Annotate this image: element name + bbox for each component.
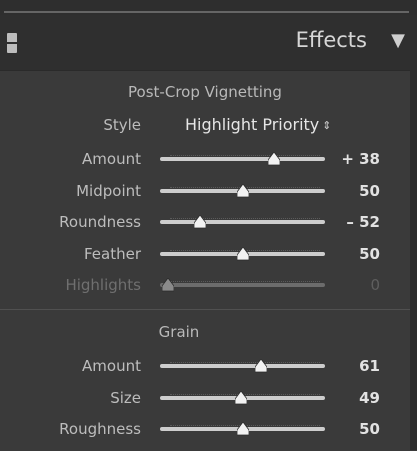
slider-thumb <box>162 278 174 292</box>
vignette-roundness-value[interactable]: – 52 <box>346 213 380 231</box>
vignette-roundness-label: Roundness <box>59 213 141 231</box>
grain-amount-value[interactable]: 61 <box>359 357 380 375</box>
vignette-highlights-label: Highlights <box>65 276 141 294</box>
panel-title: Effects <box>295 28 367 52</box>
panel-switch-icon[interactable] <box>7 33 17 53</box>
grain-amount-slider[interactable] <box>160 364 325 368</box>
grain-title: Grain <box>158 323 200 341</box>
vignette-midpoint-value[interactable]: 50 <box>359 182 380 200</box>
vignetting-section: Post-Crop Vignetting Style Highlight Pri… <box>0 70 410 309</box>
effects-panel-header[interactable]: Effects ▼ <box>0 15 417 70</box>
vignette-feather-value[interactable]: 50 <box>359 245 380 263</box>
slider-thumb[interactable] <box>193 215 206 229</box>
grain-section: Grain Amount 61 Size 49 Roughness 50 <box>0 309 410 451</box>
panel-scrollbar[interactable] <box>410 70 417 450</box>
vignette-amount-label: Amount <box>82 150 141 168</box>
grain-size-label: Size <box>110 389 141 407</box>
vignette-highlights-value: 0 <box>370 276 380 294</box>
grain-amount-label: Amount <box>82 357 141 375</box>
vignetting-title: Post-Crop Vignetting <box>128 83 282 101</box>
vignette-highlights-slider <box>160 283 325 287</box>
vignette-midpoint-label: Midpoint <box>76 182 141 200</box>
slider-thumb[interactable] <box>254 359 267 373</box>
grain-roughness-label: Roughness <box>59 420 141 438</box>
style-select[interactable]: Highlight Priority ⇕ <box>185 115 331 134</box>
vignette-amount-slider[interactable] <box>160 157 325 161</box>
slider-thumb[interactable] <box>236 184 249 198</box>
updown-arrow-icon: ⇕ <box>322 119 332 132</box>
style-label: Style <box>103 116 141 134</box>
grain-roughness-value[interactable]: 50 <box>359 420 380 438</box>
style-value: Highlight Priority <box>185 115 320 134</box>
vignette-roundness-slider[interactable] <box>160 220 325 224</box>
slider-thumb[interactable] <box>236 247 249 261</box>
grain-size-value[interactable]: 49 <box>359 389 380 407</box>
slider-thumb[interactable] <box>234 391 247 405</box>
slider-thumb[interactable] <box>236 422 249 436</box>
vignette-feather-label: Feather <box>83 245 141 263</box>
slider-thumb[interactable] <box>267 152 280 166</box>
triangle-down-icon[interactable]: ▼ <box>391 30 405 51</box>
top-strip <box>0 0 417 15</box>
vignette-amount-value[interactable]: + 38 <box>341 150 380 168</box>
